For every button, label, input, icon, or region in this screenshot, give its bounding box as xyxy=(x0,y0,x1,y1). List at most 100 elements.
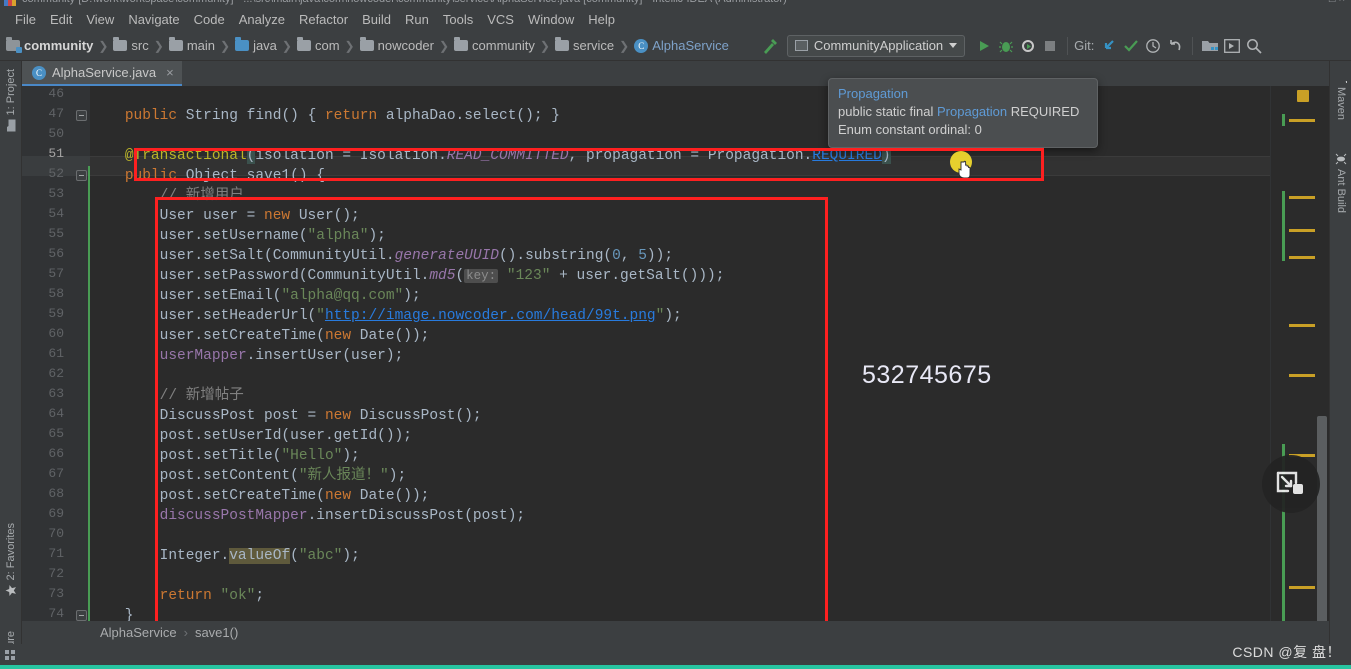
warning-marker[interactable] xyxy=(1289,586,1315,589)
menu-analyze[interactable]: Analyze xyxy=(232,10,292,29)
run-configuration-selector[interactable]: CommunityApplication xyxy=(786,34,966,57)
menu-file[interactable]: File xyxy=(8,10,43,29)
code-fold-toggle[interactable] xyxy=(76,110,87,121)
breadcrumb-src[interactable]: src ❯ xyxy=(113,37,168,53)
code-token: user.setCreateTime( xyxy=(90,328,325,344)
close-icon[interactable]: × xyxy=(166,65,174,80)
code-token: ); xyxy=(342,448,360,464)
code-line: // 新增帖子 xyxy=(90,386,244,406)
editor-marker-column[interactable] xyxy=(1270,86,1329,639)
sidebar-item-ant-build[interactable]: Ant Build xyxy=(1330,149,1351,213)
breadcrumb-class[interactable]: AlphaService xyxy=(100,625,177,640)
warning-marker[interactable] xyxy=(1289,256,1315,259)
code-fold-toggle[interactable] xyxy=(76,610,87,621)
code-token: ; xyxy=(255,588,265,604)
breadcrumb-community-pkg[interactable]: community ❯ xyxy=(454,37,555,53)
project-icon xyxy=(5,119,17,132)
code-token: md5 xyxy=(429,268,456,284)
source-folder-icon xyxy=(235,37,250,51)
run-with-coverage-button[interactable] xyxy=(1017,35,1039,57)
build-hammer-icon[interactable] xyxy=(761,37,779,55)
breadcrumb-nowcoder[interactable]: nowcoder ❯ xyxy=(359,37,454,53)
breadcrumb-method[interactable]: save1() xyxy=(195,625,238,640)
code-token: )); xyxy=(646,248,674,264)
inspection-summary-marker[interactable] xyxy=(1297,90,1309,102)
window-controls[interactable]: - □ × xyxy=(1322,0,1345,5)
line-number: 72 xyxy=(48,566,64,581)
menu-tools[interactable]: Tools xyxy=(436,10,480,29)
code-editor[interactable]: 46 47 50 51 52 53 54 55 56 57 58 59 60 61 62 63 64 65 66 67… xyxy=(22,86,1329,639)
code-token: ); xyxy=(342,548,360,564)
menu-refactor[interactable]: Refactor xyxy=(292,10,355,29)
history-icon[interactable] xyxy=(1142,35,1164,57)
menu-build[interactable]: Build xyxy=(355,10,398,29)
code-token: post.setCreateTime( xyxy=(90,488,325,504)
code-token: key: xyxy=(464,269,499,283)
breadcrumb-java[interactable]: java ❯ xyxy=(235,37,297,53)
menu-code[interactable]: Code xyxy=(187,10,232,29)
stop-button[interactable] xyxy=(1039,35,1061,57)
code-line: user.setHeaderUrl("http://image.nowcoder… xyxy=(90,306,682,326)
menu-help[interactable]: Help xyxy=(581,10,622,29)
svg-text:m: m xyxy=(1345,77,1347,83)
code-text-area[interactable]: public String find() { return alphaDao.s… xyxy=(90,86,1270,639)
update-project-icon[interactable] xyxy=(1098,35,1120,57)
editor-scrollbar-thumb[interactable] xyxy=(1317,416,1327,631)
show-tool-windows-icon[interactable] xyxy=(0,649,22,661)
breadcrumb-com[interactable]: com ❯ xyxy=(296,37,360,53)
editor-gutter[interactable]: 46 47 50 51 52 53 54 55 56 57 58 59 60 61 62 63 64 65 66 67… xyxy=(22,86,90,639)
code-token: User user = xyxy=(90,208,265,224)
code-fold-toggle[interactable] xyxy=(76,170,87,181)
editor-tab-alphaservice[interactable]: C AlphaService.java × xyxy=(22,61,182,86)
line-number: 46 xyxy=(48,86,64,101)
code-line: user.setPassword(CommunityUtil.md5(key: … xyxy=(90,266,725,286)
breadcrumb-service[interactable]: service ❯ xyxy=(554,37,634,53)
breadcrumb-community[interactable]: community ❯ xyxy=(6,37,113,53)
breadcrumb-alphaservice[interactable]: C AlphaService xyxy=(634,38,729,53)
code-token: @Transactional xyxy=(124,148,247,164)
code-token: alphaDao.select(); xyxy=(377,108,552,124)
tooltip-signature-modifiers: public static final xyxy=(838,104,937,119)
toolbar-divider xyxy=(1067,36,1069,55)
breadcrumb-label: community xyxy=(24,38,94,53)
project-structure-icon[interactable] xyxy=(1199,35,1221,57)
line-number: 69 xyxy=(48,506,64,521)
breadcrumb-label: src xyxy=(131,38,149,53)
menu-navigate[interactable]: Navigate xyxy=(121,10,186,29)
menu-view[interactable]: View xyxy=(79,10,121,29)
code-line: post.setTitle("Hello"); xyxy=(90,446,360,466)
sidebar-item-maven[interactable]: m Maven xyxy=(1330,67,1351,120)
code-token[interactable]: REQUIRED xyxy=(812,148,882,164)
warning-marker[interactable] xyxy=(1289,374,1315,377)
code-token[interactable]: http://image.nowcoder.com/head/99t.png xyxy=(325,308,656,324)
line-number: 61 xyxy=(48,346,64,361)
run-button[interactable] xyxy=(973,35,995,57)
commit-icon[interactable] xyxy=(1120,35,1142,57)
breadcrumb-main[interactable]: main ❯ xyxy=(168,37,235,53)
search-everywhere-icon[interactable] xyxy=(1243,35,1265,57)
code-token: public xyxy=(124,168,178,184)
line-number: 55 xyxy=(48,226,64,241)
rollback-icon[interactable] xyxy=(1164,35,1186,57)
screen-capture-floating-button[interactable] xyxy=(1262,455,1320,513)
warning-marker[interactable] xyxy=(1289,196,1315,199)
documentation-tooltip: Propagation public static final Propagat… xyxy=(828,78,1098,148)
debug-button[interactable] xyxy=(995,35,1017,57)
presentation-icon[interactable] xyxy=(1221,35,1243,57)
code-token: , xyxy=(620,248,639,264)
line-number: 66 xyxy=(48,446,64,461)
menu-run[interactable]: Run xyxy=(398,10,436,29)
breadcrumb-separator: ❯ xyxy=(619,38,630,53)
sidebar-item-favorites[interactable]: 2: Favorites xyxy=(0,523,22,600)
warning-marker[interactable] xyxy=(1289,229,1315,232)
menu-window[interactable]: Window xyxy=(521,10,581,29)
menu-vcs[interactable]: VCS xyxy=(480,10,521,29)
warning-marker[interactable] xyxy=(1289,119,1315,122)
breadcrumb-label: nowcoder xyxy=(377,38,434,53)
sidebar-item-project[interactable]: 1: Project xyxy=(0,69,22,135)
warning-marker[interactable] xyxy=(1289,324,1315,327)
menu-edit[interactable]: Edit xyxy=(43,10,79,29)
breadcrumb-separator: ❯ xyxy=(220,38,231,53)
breadcrumb-separator: ❯ xyxy=(153,38,164,53)
